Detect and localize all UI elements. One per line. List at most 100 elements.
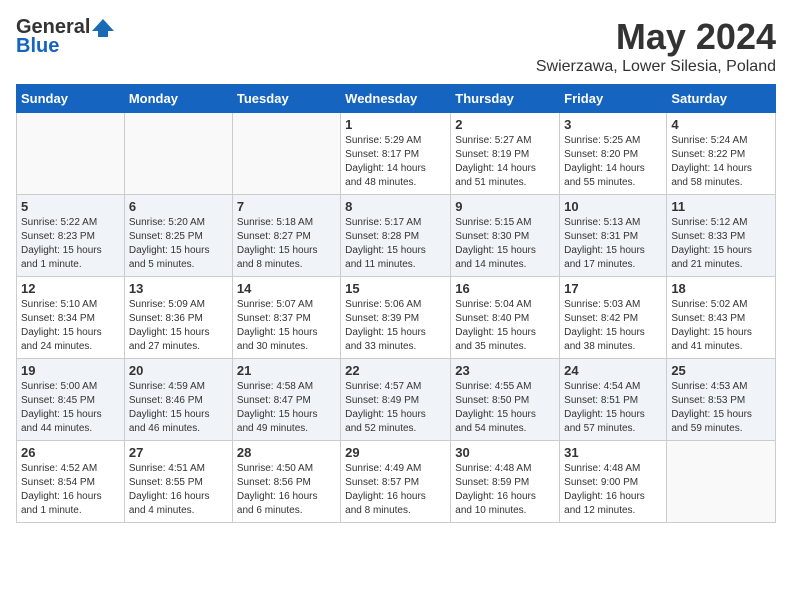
calendar-header-thursday: Thursday <box>451 85 560 113</box>
calendar-cell: 2 Sunrise: 5:27 AM Sunset: 8:19 PM Daylig… <box>451 113 560 195</box>
day-info: Sunrise: 5:12 AM Sunset: 8:33 PM Dayligh… <box>671 216 771 272</box>
calendar-header-tuesday: Tuesday <box>232 85 340 113</box>
calendar-cell: 18 Sunrise: 5:02 AM Sunset: 8:43 PM Dayli… <box>667 277 776 359</box>
day-number: 19 <box>21 363 120 378</box>
calendar-cell: 11 Sunrise: 5:12 AM Sunset: 8:33 PM Dayli… <box>667 195 776 277</box>
day-info: Sunrise: 5:24 AM Sunset: 8:22 PM Dayligh… <box>671 134 771 190</box>
day-number: 26 <box>21 445 120 460</box>
calendar-cell: 10 Sunrise: 5:13 AM Sunset: 8:31 PM Dayli… <box>560 195 667 277</box>
day-number: 11 <box>671 199 771 214</box>
calendar-cell: 23Sunrise: 4:55 AM Sunset: 8:50 PM Dayli… <box>451 359 560 441</box>
day-info: Sunrise: 5:27 AM Sunset: 8:19 PM Dayligh… <box>455 134 555 190</box>
calendar-cell: 14 Sunrise: 5:07 AM Sunset: 8:37 PM Dayli… <box>232 277 340 359</box>
day-info: Sunrise: 5:17 AM Sunset: 8:28 PM Dayligh… <box>345 216 446 272</box>
day-info: Sunrise: 5:07 AM Sunset: 8:37 PM Dayligh… <box>237 298 336 354</box>
day-number: 17 <box>564 281 662 296</box>
calendar-cell <box>17 113 125 195</box>
location-title: Swierzawa, Lower Silesia, Poland <box>536 58 776 76</box>
month-title: May 2024 <box>536 16 776 58</box>
calendar-header-row: SundayMondayTuesdayWednesdayThursdayFrid… <box>17 85 776 113</box>
calendar-cell: 30Sunrise: 4:48 AM Sunset: 8:59 PM Dayli… <box>451 441 560 523</box>
day-number: 13 <box>129 281 228 296</box>
calendar-header-friday: Friday <box>560 85 667 113</box>
day-info: Sunrise: 5:00 AM Sunset: 8:45 PM Dayligh… <box>21 380 120 436</box>
day-info: Sunrise: 5:15 AM Sunset: 8:30 PM Dayligh… <box>455 216 555 272</box>
calendar-cell <box>124 113 232 195</box>
calendar-cell: 8 Sunrise: 5:17 AM Sunset: 8:28 PM Daylig… <box>341 195 451 277</box>
calendar-header-sunday: Sunday <box>17 85 125 113</box>
day-info: Sunrise: 4:48 AM Sunset: 9:00 PM Dayligh… <box>564 462 662 518</box>
page-header: General Blue May 2024 Swierzawa, Lower S… <box>16 16 776 76</box>
day-info: Sunrise: 5:29 AM Sunset: 8:17 PM Dayligh… <box>345 134 446 190</box>
calendar-header-wednesday: Wednesday <box>341 85 451 113</box>
calendar-cell: 9 Sunrise: 5:15 AM Sunset: 8:30 PM Daylig… <box>451 195 560 277</box>
day-info: Sunrise: 5:13 AM Sunset: 8:31 PM Dayligh… <box>564 216 662 272</box>
calendar-cell: 1 Sunrise: 5:29 AM Sunset: 8:17 PM Daylig… <box>341 113 451 195</box>
day-number: 1 <box>345 117 446 132</box>
calendar-cell: 28Sunrise: 4:50 AM Sunset: 8:56 PM Dayli… <box>232 441 340 523</box>
day-info: Sunrise: 4:50 AM Sunset: 8:56 PM Dayligh… <box>237 462 336 518</box>
day-info: Sunrise: 5:20 AM Sunset: 8:25 PM Dayligh… <box>129 216 228 272</box>
calendar-cell: 27Sunrise: 4:51 AM Sunset: 8:55 PM Dayli… <box>124 441 232 523</box>
calendar-cell: 7 Sunrise: 5:18 AM Sunset: 8:27 PM Daylig… <box>232 195 340 277</box>
day-number: 15 <box>345 281 446 296</box>
day-number: 2 <box>455 117 555 132</box>
day-number: 23 <box>455 363 555 378</box>
day-info: Sunrise: 4:49 AM Sunset: 8:57 PM Dayligh… <box>345 462 446 518</box>
calendar-cell: 19 Sunrise: 5:00 AM Sunset: 8:45 PM Dayli… <box>17 359 125 441</box>
calendar-cell: 25 Sunrise: 4:53 AM Sunset: 8:53 PM Dayli… <box>667 359 776 441</box>
calendar-cell: 20 Sunrise: 4:59 AM Sunset: 8:46 PM Dayli… <box>124 359 232 441</box>
day-number: 12 <box>21 281 120 296</box>
day-info: Sunrise: 4:53 AM Sunset: 8:53 PM Dayligh… <box>671 380 771 436</box>
calendar-cell <box>667 441 776 523</box>
day-number: 9 <box>455 199 555 214</box>
calendar-cell: 29 Sunrise: 4:49 AM Sunset: 8:57 PM Dayli… <box>341 441 451 523</box>
day-info: Sunrise: 4:58 AM Sunset: 8:47 PM Dayligh… <box>237 380 336 436</box>
day-number: 22 <box>345 363 446 378</box>
day-number: 24 <box>564 363 662 378</box>
day-number: 27 <box>129 445 228 460</box>
day-number: 18 <box>671 281 771 296</box>
calendar-cell: 26 Sunrise: 4:52 AM Sunset: 8:54 PM Dayli… <box>17 441 125 523</box>
calendar-cell: 24 Sunrise: 4:54 AM Sunset: 8:51 PM Dayli… <box>560 359 667 441</box>
day-number: 14 <box>237 281 336 296</box>
calendar-cell: 21 Sunrise: 4:58 AM Sunset: 8:47 PM Dayli… <box>232 359 340 441</box>
day-info: Sunrise: 5:10 AM Sunset: 8:34 PM Dayligh… <box>21 298 120 354</box>
calendar-header-saturday: Saturday <box>667 85 776 113</box>
day-info: Sunrise: 5:09 AM Sunset: 8:36 PM Dayligh… <box>129 298 228 354</box>
logo-blue-text: Blue <box>16 35 59 58</box>
calendar-cell: 13 Sunrise: 5:09 AM Sunset: 8:36 PM Dayli… <box>124 277 232 359</box>
calendar-cell: 6 Sunrise: 5:20 AM Sunset: 8:25 PM Daylig… <box>124 195 232 277</box>
calendar-cell: 12 Sunrise: 5:10 AM Sunset: 8:34 PM Dayli… <box>17 277 125 359</box>
day-info: Sunrise: 5:06 AM Sunset: 8:39 PM Dayligh… <box>345 298 446 354</box>
day-info: Sunrise: 5:22 AM Sunset: 8:23 PM Dayligh… <box>21 216 120 272</box>
calendar-header-monday: Monday <box>124 85 232 113</box>
day-number: 7 <box>237 199 336 214</box>
title-section: May 2024 Swierzawa, Lower Silesia, Polan… <box>536 16 776 76</box>
day-number: 29 <box>345 445 446 460</box>
day-number: 20 <box>129 363 228 378</box>
day-info: Sunrise: 5:02 AM Sunset: 8:43 PM Dayligh… <box>671 298 771 354</box>
day-info: Sunrise: 5:18 AM Sunset: 8:27 PM Dayligh… <box>237 216 336 272</box>
day-info: Sunrise: 4:59 AM Sunset: 8:46 PM Dayligh… <box>129 380 228 436</box>
day-number: 6 <box>129 199 228 214</box>
day-number: 8 <box>345 199 446 214</box>
calendar-table: SundayMondayTuesdayWednesdayThursdayFrid… <box>16 84 776 523</box>
day-number: 21 <box>237 363 336 378</box>
day-number: 4 <box>671 117 771 132</box>
calendar-week-row: 26 Sunrise: 4:52 AM Sunset: 8:54 PM Dayli… <box>17 441 776 523</box>
day-info: Sunrise: 4:54 AM Sunset: 8:51 PM Dayligh… <box>564 380 662 436</box>
day-info: Sunrise: 4:48 AM Sunset: 8:59 PM Dayligh… <box>455 462 555 518</box>
calendar-week-row: 5 Sunrise: 5:22 AM Sunset: 8:23 PM Daylig… <box>17 195 776 277</box>
calendar-cell: 15 Sunrise: 5:06 AM Sunset: 8:39 PM Dayli… <box>341 277 451 359</box>
day-number: 25 <box>671 363 771 378</box>
day-number: 10 <box>564 199 662 214</box>
day-info: Sunrise: 4:52 AM Sunset: 8:54 PM Dayligh… <box>21 462 120 518</box>
day-number: 3 <box>564 117 662 132</box>
calendar-week-row: 19 Sunrise: 5:00 AM Sunset: 8:45 PM Dayli… <box>17 359 776 441</box>
calendar-cell: 16Sunrise: 5:04 AM Sunset: 8:40 PM Dayli… <box>451 277 560 359</box>
day-number: 16 <box>455 281 555 296</box>
day-number: 5 <box>21 199 120 214</box>
calendar-cell <box>232 113 340 195</box>
logo: General Blue <box>16 16 114 58</box>
